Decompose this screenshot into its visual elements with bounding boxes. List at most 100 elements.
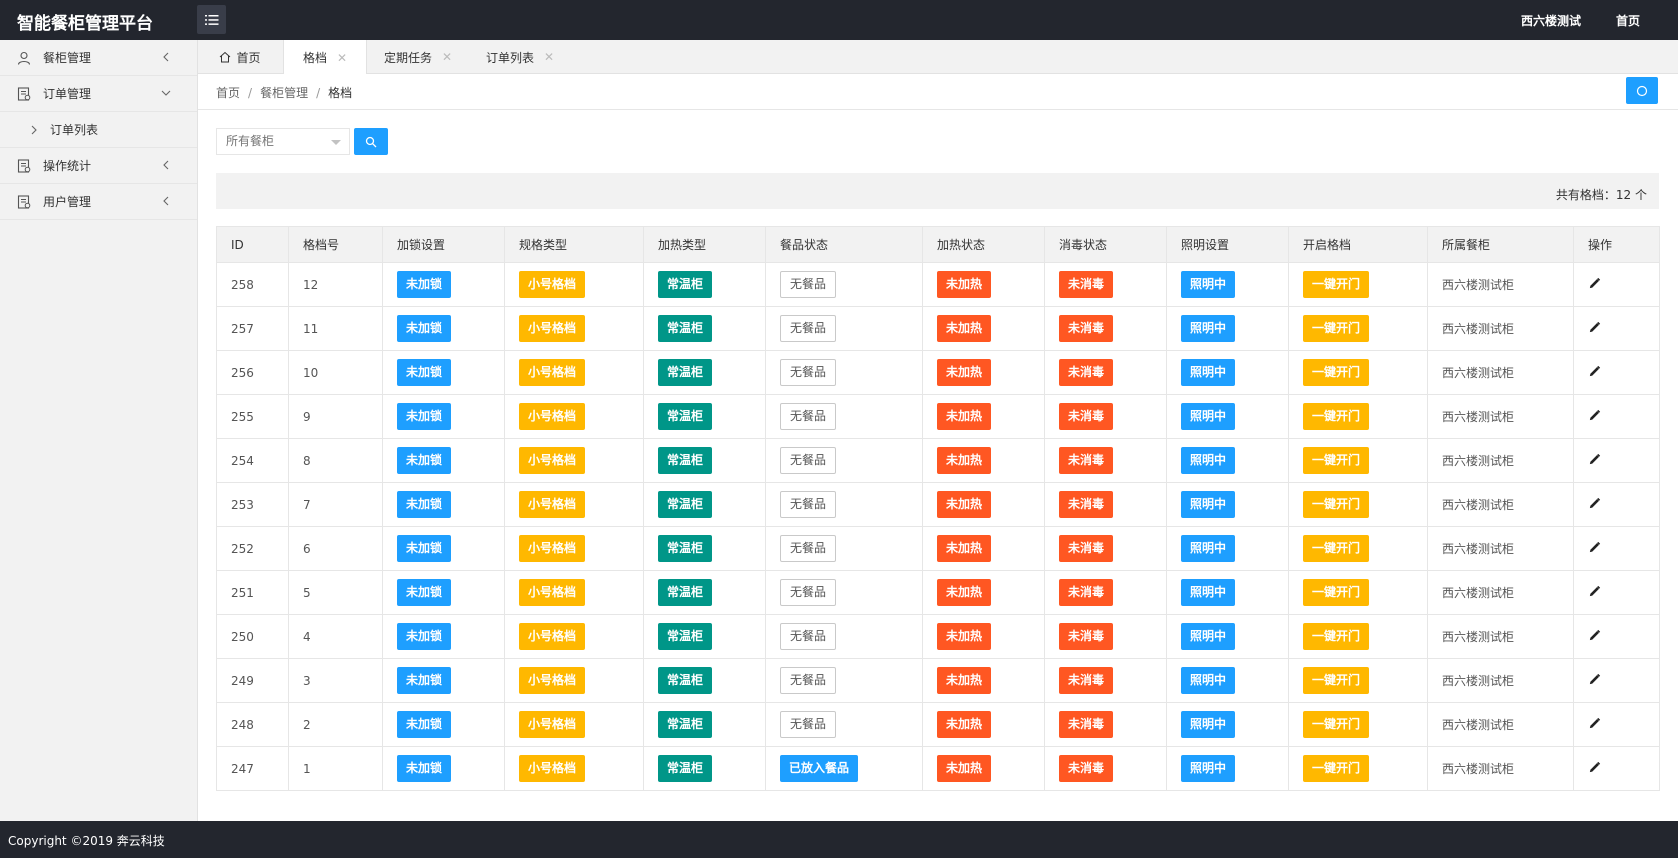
tab-order-list[interactable]: 订单列表 ✕ [475,40,565,74]
edit-icon[interactable] [1588,453,1602,467]
open-door-button[interactable]: 一键开门 [1303,711,1370,738]
sidebar-item-orders[interactable]: 订单管理 [0,76,197,112]
disinfect-status-badge[interactable]: 未消毒 [1059,755,1114,782]
open-door-button[interactable]: 一键开门 [1303,271,1370,298]
disinfect-status-badge[interactable]: 未消毒 [1059,447,1114,474]
disinfect-status-badge[interactable]: 未消毒 [1059,623,1114,650]
disinfect-status-badge[interactable]: 未消毒 [1059,711,1114,738]
refresh-button[interactable] [1626,77,1658,104]
disinfect-status-badge[interactable]: 未消毒 [1059,667,1114,694]
open-door-button[interactable]: 一键开门 [1303,447,1370,474]
disinfect-status-badge[interactable]: 未消毒 [1059,359,1114,386]
edit-icon[interactable] [1588,497,1602,511]
breadcrumb-item[interactable]: 餐柜管理 [260,86,308,100]
tab-scheduled-tasks[interactable]: 定期任务 ✕ [373,40,463,74]
disinfect-status-badge[interactable]: 未消毒 [1059,491,1114,518]
cabinet-select[interactable]: 所有餐柜 [216,128,350,155]
heat-status-badge[interactable]: 未加热 [937,667,992,694]
sidebar-subitem-order-list[interactable]: 订单列表 [0,112,197,148]
heat-status-badge[interactable]: 未加热 [937,755,992,782]
heat-status-badge[interactable]: 未加热 [937,271,992,298]
light-badge[interactable]: 照明中 [1181,535,1236,562]
home-link[interactable]: 首页 [1616,12,1640,29]
lock-badge[interactable]: 未加锁 [397,359,452,386]
heat-status-badge[interactable]: 未加热 [937,359,992,386]
lock-badge[interactable]: 未加锁 [397,755,452,782]
lock-badge[interactable]: 未加锁 [397,491,452,518]
user-menu[interactable]: 西六楼测试 [1521,12,1581,29]
open-door-button[interactable]: 一键开门 [1303,755,1370,782]
edit-icon[interactable] [1588,717,1602,731]
disinfect-status-badge[interactable]: 未消毒 [1059,579,1114,606]
heat-status-badge[interactable]: 未加热 [937,579,992,606]
heat-status-badge[interactable]: 未加热 [937,403,992,430]
light-badge[interactable]: 照明中 [1181,403,1236,430]
heat-status-cell: 未加热 [922,482,1045,527]
heat-status-badge[interactable]: 未加热 [937,623,992,650]
tab-cells[interactable]: 格档 ✕ [283,40,367,75]
edit-icon[interactable] [1588,365,1602,379]
heat-status-badge[interactable]: 未加热 [937,535,992,562]
action-cell [1573,306,1660,351]
lock-badge[interactable]: 未加锁 [397,271,452,298]
close-icon[interactable]: ✕ [544,50,554,64]
open-door-button[interactable]: 一键开门 [1303,491,1370,518]
table-row: 253 7 未加锁 小号格档 常温柜 无餐品 未加热 未消毒 照明中 一键开门 西六楼测试柜 [216,482,1660,527]
light-badge[interactable]: 照明中 [1181,623,1236,650]
lock-badge[interactable]: 未加锁 [397,315,452,342]
edit-icon[interactable] [1588,277,1602,291]
light-badge[interactable]: 照明中 [1181,491,1236,518]
lock-badge[interactable]: 未加锁 [397,667,452,694]
disinfect-status-badge[interactable]: 未消毒 [1059,315,1114,342]
lock-badge[interactable]: 未加锁 [397,711,452,738]
breadcrumb-item[interactable]: 首页 [216,86,240,100]
column-header: 操作 [1573,226,1660,263]
column-header: ID [216,226,289,263]
open-door-button[interactable]: 一键开门 [1303,403,1370,430]
edit-icon[interactable] [1588,409,1602,423]
open-door-button[interactable]: 一键开门 [1303,667,1370,694]
heat-status-badge[interactable]: 未加热 [937,711,992,738]
edit-icon[interactable] [1588,673,1602,687]
search-button[interactable] [354,128,388,155]
light-badge[interactable]: 照明中 [1181,579,1236,606]
sidebar-item-cabinet[interactable]: 餐柜管理 [0,40,197,76]
lock-badge[interactable]: 未加锁 [397,623,452,650]
heat-status-badge[interactable]: 未加热 [937,447,992,474]
open-door-button[interactable]: 一键开门 [1303,535,1370,562]
cabinet-name: 西六楼测试柜 [1442,674,1515,688]
lock-badge[interactable]: 未加锁 [397,579,452,606]
lock-badge[interactable]: 未加锁 [397,535,452,562]
id-cell: 254 [216,438,289,483]
app-title: 智能餐柜管理平台 [17,14,153,34]
sidebar-item-stats[interactable]: 操作统计 [0,148,197,184]
edit-icon[interactable] [1588,541,1602,555]
open-door-button[interactable]: 一键开门 [1303,315,1370,342]
light-badge[interactable]: 照明中 [1181,447,1236,474]
light-badge[interactable]: 照明中 [1181,359,1236,386]
lock-badge[interactable]: 未加锁 [397,403,452,430]
edit-icon[interactable] [1588,761,1602,775]
open-door-button[interactable]: 一键开门 [1303,579,1370,606]
edit-icon[interactable] [1588,629,1602,643]
disinfect-status-badge[interactable]: 未消毒 [1059,535,1114,562]
heat-status-badge[interactable]: 未加热 [937,315,992,342]
light-badge[interactable]: 照明中 [1181,315,1236,342]
disinfect-status-badge[interactable]: 未消毒 [1059,403,1114,430]
light-badge[interactable]: 照明中 [1181,755,1236,782]
light-badge[interactable]: 照明中 [1181,711,1236,738]
close-icon[interactable]: ✕ [337,51,347,65]
sidebar-item-users[interactable]: 用户管理 [0,184,197,220]
light-badge[interactable]: 照明中 [1181,271,1236,298]
tab-home[interactable]: 首页 [212,40,268,74]
heat-status-badge[interactable]: 未加热 [937,491,992,518]
close-icon[interactable]: ✕ [442,50,452,64]
menu-toggle-button[interactable] [197,5,226,34]
disinfect-status-badge[interactable]: 未消毒 [1059,271,1114,298]
edit-icon[interactable] [1588,321,1602,335]
open-door-button[interactable]: 一键开门 [1303,359,1370,386]
open-door-button[interactable]: 一键开门 [1303,623,1370,650]
edit-icon[interactable] [1588,585,1602,599]
lock-badge[interactable]: 未加锁 [397,447,452,474]
light-badge[interactable]: 照明中 [1181,667,1236,694]
